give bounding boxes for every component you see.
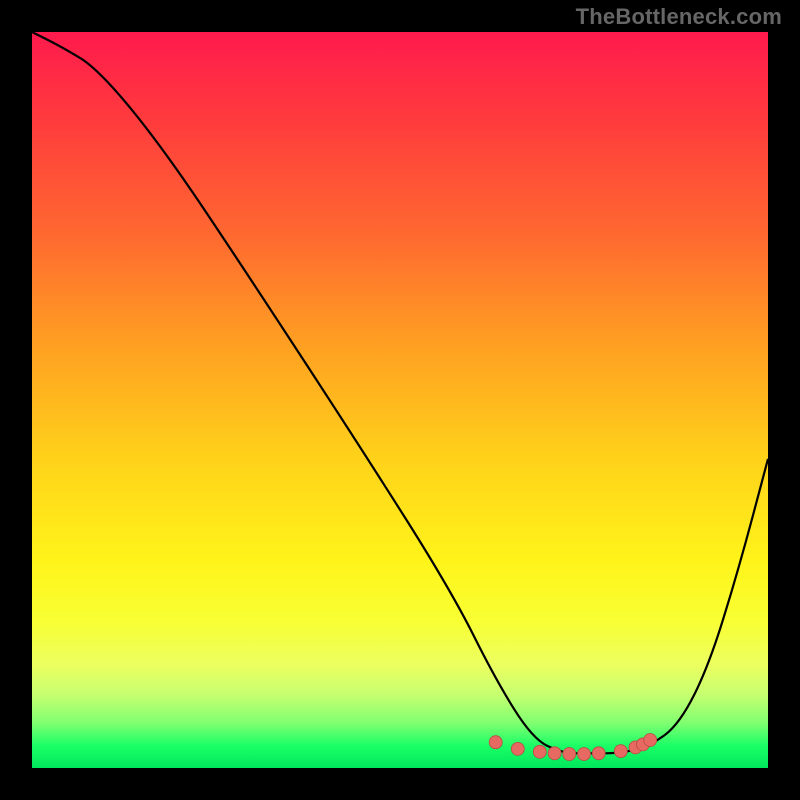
- plot-area: [32, 32, 768, 768]
- chart-container: TheBottleneck.com: [0, 0, 800, 800]
- watermark-text: TheBottleneck.com: [576, 4, 782, 30]
- background-gradient: [32, 32, 768, 768]
